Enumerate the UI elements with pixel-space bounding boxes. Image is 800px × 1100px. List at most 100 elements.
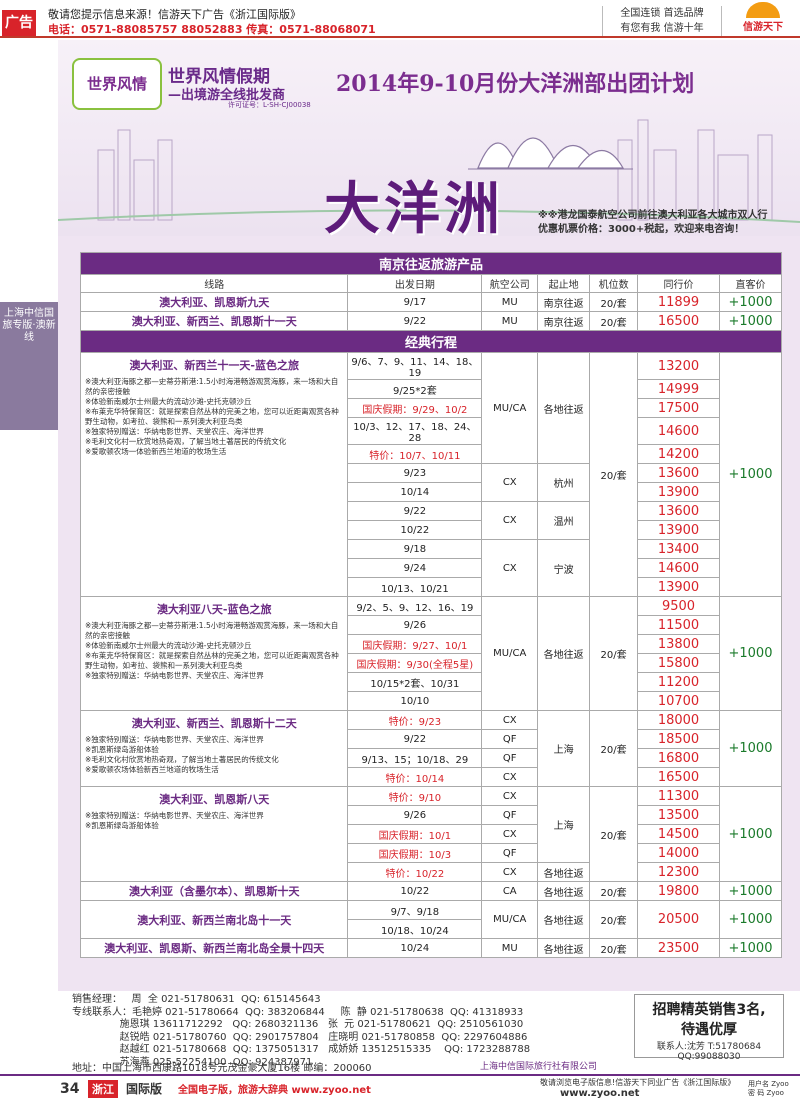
address: 地址：中国上海市西康路1018号元茂金豪大厦16楼 邮编：200060	[72, 1063, 372, 1074]
trade-price: 14500	[637, 824, 720, 844]
route-note: ※爱歌顿农场体验新西兰地道的牧场生活	[85, 765, 219, 774]
trade-price: 11300	[637, 786, 720, 806]
seat-count: 20/套	[589, 900, 639, 939]
table-row: 线路 出发日期 航空公司 起止地 机位数 同行价 直客价	[79, 274, 783, 293]
contact-row: 赵越红 021-51780668 QQ: 1375051317 成娇娇 1351…	[72, 1044, 531, 1055]
departure-date: 国庆假期：9/29、10/2	[347, 398, 483, 418]
origin: 各地往返	[537, 596, 591, 711]
table-row: 澳大利亚、凯恩斯九天 9/17 MU 南京往返 20/套 11899 +1000	[79, 292, 783, 312]
origin: 南京往返	[537, 311, 591, 331]
origin: 各地往返	[537, 881, 591, 901]
airline: MU	[481, 292, 539, 312]
departure-date: 9/6、7、9、11、14、18、19	[347, 352, 483, 380]
promo-line-1: ※※港龙国泰航空公司前往澳大利亚各大城市双人行	[538, 210, 768, 221]
airline: MU/CA	[481, 352, 539, 464]
contact-row: 专线联系人：毛艳婷 021-51780664 QQ: 383206844 陈 静…	[72, 1006, 524, 1018]
column-header: 同行价	[637, 274, 720, 293]
trade-price: 13500	[637, 805, 720, 825]
departure-date: 10/18、10/24	[347, 919, 483, 939]
departure-date: 9/18	[347, 539, 483, 559]
sun-icon	[746, 2, 780, 18]
side-label: 上海中信国旅专版·澳新线	[0, 302, 58, 430]
table-row: 澳大利亚、新西兰、凯恩斯十二天 ※独家特别赠送：华纳电影世界、天堂农庄、海洋世界 ※…	[79, 710, 783, 787]
airline: QF	[481, 729, 539, 749]
trade-price: 18000	[637, 710, 720, 730]
top-bar: 广告 敬请您提示信息来源！信游天下广告《浙江国际版》 电话：0571-88085…	[0, 0, 800, 38]
top-slogan-1: 全国连锁 首选品牌	[620, 8, 704, 19]
origin: 杭州	[537, 463, 591, 502]
contact-row: 赵锐皓 021-51780760 QQ: 2901757804 庄晓明 021-…	[72, 1031, 528, 1043]
trade-price: 14999	[637, 379, 720, 399]
departure-date: 9/13、15；10/18、29	[347, 748, 483, 768]
retail-price: +1000	[718, 786, 783, 882]
departure-date: 9/25*2套	[347, 379, 483, 399]
column-header: 起止地	[537, 274, 591, 293]
origin: 各地往返	[537, 862, 591, 882]
page: 广告 敬请您提示信息来源！信游天下广告《浙江国际版》 电话：0571-88085…	[0, 0, 800, 1100]
trade-price: 13200	[637, 352, 720, 380]
retail-price: +1000	[718, 311, 783, 331]
column-header: 线路	[79, 274, 349, 293]
airline: QF	[481, 748, 539, 768]
recruit-title: 招聘精英销售3名,	[652, 1002, 766, 1018]
origin: 宁波	[537, 539, 591, 597]
retail-price: +1000	[718, 596, 783, 711]
company-name: 上海中信国际旅行社有限公司	[480, 1062, 598, 1072]
main-title: 2014年9-10月份大洋洲部出团计划	[336, 71, 695, 97]
airline: CX	[481, 767, 539, 787]
seat-count: 20/套	[589, 786, 639, 882]
route-note: ※凯恩斯绿岛游船体验	[85, 745, 159, 754]
route-note: ※独家特别赠送：华纳电影世界、天堂农庄、海洋世界	[85, 671, 264, 680]
footer-slogan[interactable]: 全国电子版，旅游大辞典 www.zyoo.net	[178, 1081, 371, 1096]
column-header: 航空公司	[481, 274, 539, 293]
airline: CA	[481, 881, 539, 901]
airline: QF	[481, 805, 539, 825]
departure-date: 9/2、5、9、12、16、19	[347, 596, 483, 616]
table-row: 经典行程	[80, 330, 782, 353]
ad-tag: 广告	[2, 10, 36, 36]
departure-date: 10/3、12、17、18、24、28	[347, 417, 483, 445]
route-note: ※体验新南威尔士州最大的流动沙滩-史托克顿沙丘	[85, 641, 252, 650]
departure-date: 特价：10/22	[347, 862, 483, 882]
seat-count: 20/套	[589, 352, 639, 597]
departure-date: 10/10	[347, 691, 483, 711]
airline: CX	[481, 710, 539, 730]
origin: 上海	[537, 710, 591, 787]
trade-price: 14200	[637, 444, 720, 464]
route-note: ※凯恩斯绿岛游船体验	[85, 821, 159, 830]
column-header: 机位数	[589, 274, 639, 293]
column-header: 直客价	[718, 274, 783, 293]
departure-date: 特价：10/7、10/11	[347, 444, 483, 464]
trade-price: 14000	[637, 843, 720, 863]
route-note: ※毛利文化村一欣赏地热奇观，了解当地土著居民的传统文化	[85, 437, 287, 446]
trade-price: 19800	[637, 881, 720, 901]
airline: CX	[481, 539, 539, 597]
seat-count: 20/套	[589, 881, 639, 901]
trade-price: 14600	[637, 417, 720, 445]
route-note: ※布莱克华特保育区：就是探索自然丛林的完美之地，您可以近距离观赏各种野生动物，如…	[85, 651, 339, 670]
departure-date: 9/17	[347, 292, 483, 312]
trade-price: 13400	[637, 539, 720, 559]
trade-price: 11500	[637, 615, 720, 635]
departure-date: 9/7、9/18	[347, 900, 483, 920]
table-row: 澳大利亚、新西兰南北岛十一天 9/7、9/18 MU/CA 各地往返 20/套 20500…	[79, 900, 783, 939]
departure-date: 10/15*2套、10/31	[347, 672, 483, 692]
license-number: 许可证号：L-SH-CJ00038	[228, 101, 311, 109]
departure-date: 特价：9/23	[347, 710, 483, 730]
origin: 各地往返	[537, 938, 591, 958]
route-note: ※布莱克华特保育区：就是探索自然丛林的完美之地，您可以近距离观赏各种野生动物，如…	[85, 407, 339, 426]
departure-date: 9/26	[347, 615, 483, 635]
airline: MU	[481, 311, 539, 331]
footer-url[interactable]: www.zyoo.net	[560, 1088, 639, 1099]
edition-label: 国际版	[126, 1082, 163, 1096]
route-note: ※爱歌顿农场一体验新西兰地道的牧场生活	[85, 447, 227, 456]
route-name: 澳大利亚、新西兰、凯恩斯十二天	[131, 717, 297, 730]
departure-date: 9/22	[347, 729, 483, 749]
route-name: 澳大利亚（含墨尔本）、凯恩斯十天	[79, 881, 349, 901]
route-note: ※独家特别赠送：华纳电影世界、天堂农庄、海洋世界	[85, 735, 264, 744]
departure-date: 国庆假期：10/1	[347, 824, 483, 844]
route-note: ※澳大利亚海豚之都—史蒂芬斯港:1.5小时海港畅游观赏海豚，来一场和大自然的亲密…	[85, 621, 339, 640]
seat-count: 20/套	[589, 710, 639, 787]
trade-price: 14600	[637, 558, 720, 578]
trade-price: 16500	[637, 767, 720, 787]
